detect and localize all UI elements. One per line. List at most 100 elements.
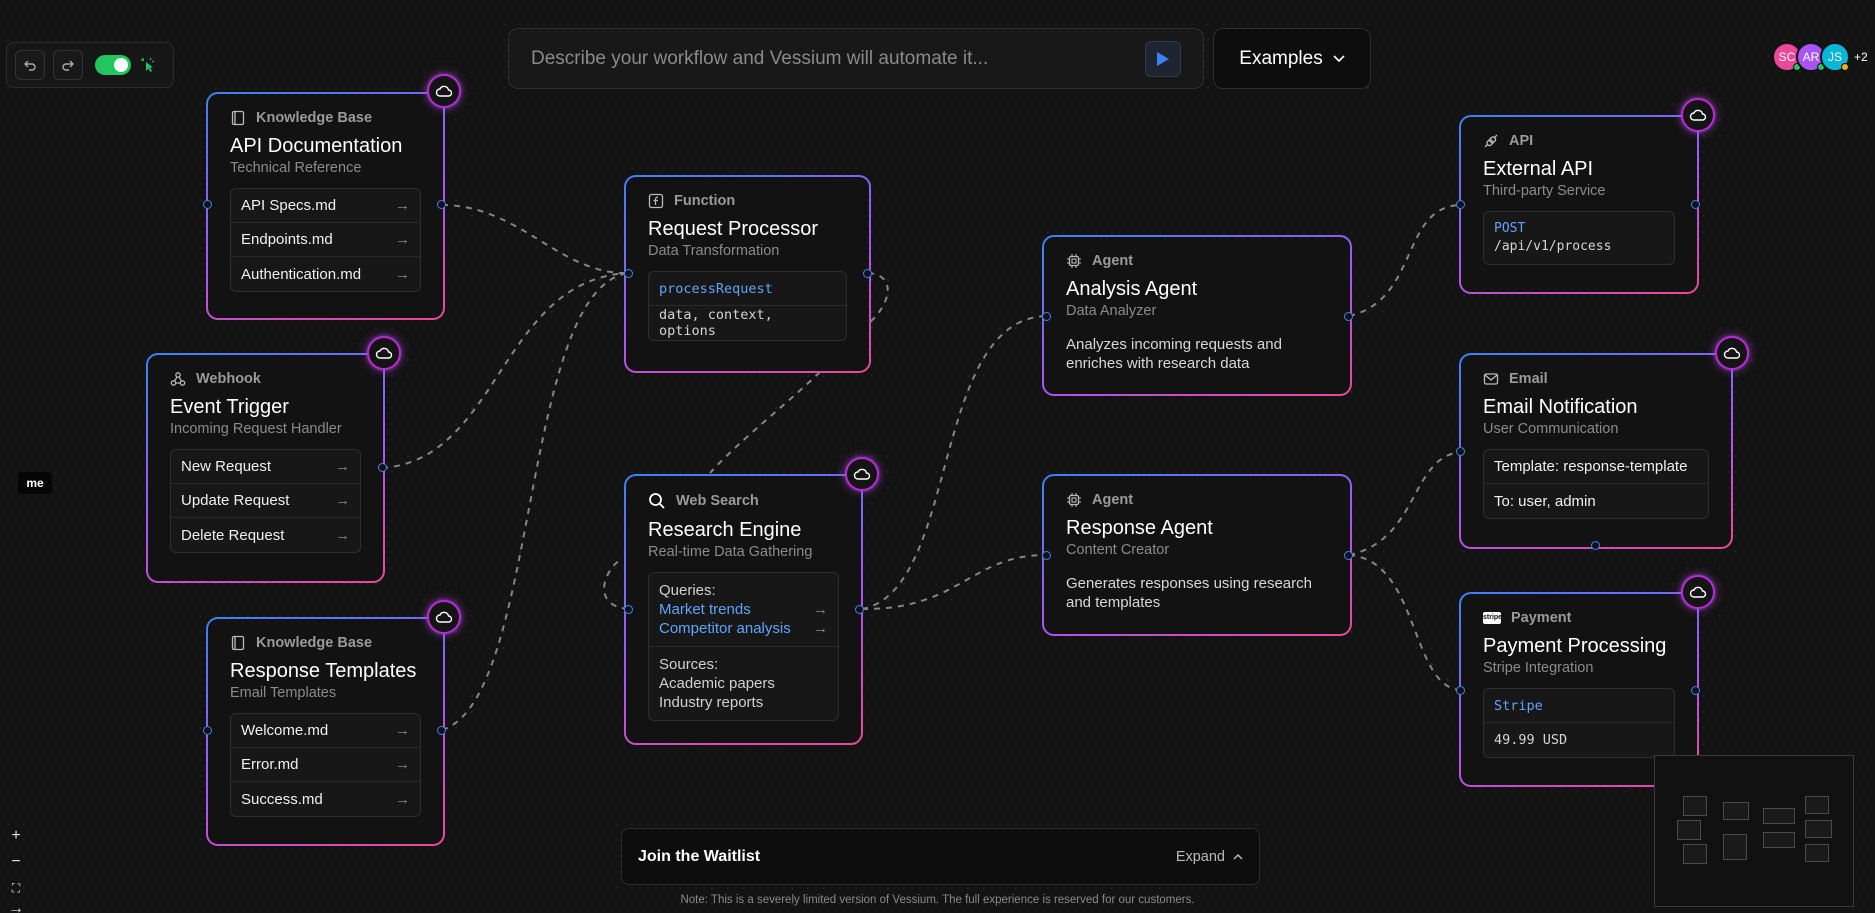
node-api-documentation[interactable]: Knowledge Base API Documentation Technic… [206, 92, 445, 320]
list-item[interactable]: Update Request → [171, 484, 360, 518]
payment-provider: Stripe [1484, 689, 1674, 723]
more-collaborators-count[interactable]: +2 [1854, 50, 1868, 64]
sources-label: Sources: [659, 656, 719, 673]
output-port[interactable] [863, 269, 872, 278]
zoom-out-button[interactable]: − [8, 852, 24, 872]
live-toggle[interactable] [95, 55, 131, 75]
list-item[interactable]: API Specs.md → [231, 189, 420, 223]
cloud-badge[interactable] [1715, 336, 1749, 370]
minimap-node [1805, 820, 1832, 838]
file-list: Welcome.md → Error.md → Success.md → [230, 713, 421, 817]
input-port[interactable] [1042, 312, 1051, 321]
arrow-right-icon: → [813, 601, 828, 618]
output-port[interactable] [1691, 686, 1700, 695]
node-research-engine[interactable]: Web Search Research Engine Real-time Dat… [624, 474, 863, 745]
minimap-node [1763, 808, 1795, 824]
node-request-processor[interactable]: Function Request Processor Data Transfor… [624, 175, 871, 373]
edge-research-response [861, 554, 1047, 611]
avatar[interactable]: JS [1820, 42, 1850, 72]
workflow-prompt-input[interactable] [531, 47, 1145, 70]
node-email-notification[interactable]: Email Email Notification User Communicat… [1459, 353, 1733, 549]
user-cursor-label: me [18, 472, 52, 494]
minimap-node [1677, 820, 1701, 840]
expand-button[interactable]: Expand [1176, 849, 1243, 865]
list-item[interactable]: Endpoints.md → [231, 223, 420, 257]
cloud-badge[interactable] [427, 74, 461, 108]
edge-research-analysis [861, 315, 1047, 610]
input-port[interactable] [1042, 551, 1051, 560]
list-item[interactable]: New Request → [171, 450, 360, 484]
cloud-icon [375, 347, 393, 359]
node-response-agent[interactable]: Agent Response Agent Content Creator Gen… [1042, 474, 1352, 636]
cloud-icon [1689, 586, 1707, 598]
node-analysis-agent[interactable]: Agent Analysis Agent Data Analyzer Analy… [1042, 235, 1352, 396]
examples-button[interactable]: Examples [1213, 28, 1371, 89]
node-external-api[interactable]: API External API Third-party Service POS… [1459, 115, 1699, 294]
output-port[interactable] [437, 726, 446, 735]
input-port[interactable] [1456, 200, 1465, 209]
input-port[interactable] [203, 200, 212, 209]
limited-version-note: Note: This is a severely limited version… [680, 894, 1195, 906]
list-item[interactable]: Delete Request → [171, 518, 360, 552]
input-port[interactable] [1456, 686, 1465, 695]
cloud-icon [435, 85, 453, 97]
cloud-badge[interactable] [1681, 575, 1715, 609]
node-event-trigger[interactable]: Webhook Event Trigger Incoming Request H… [146, 353, 385, 583]
input-port[interactable] [1456, 447, 1465, 456]
output-port[interactable] [1591, 541, 1600, 550]
node-response-templates[interactable]: Knowledge Base Response Templates Email … [206, 617, 445, 846]
input-port[interactable] [624, 269, 633, 278]
search-config: Queries: Market trends → Competitor analy… [648, 572, 839, 721]
event-list: New Request → Update Request → Delete Requ… [170, 449, 361, 553]
output-port[interactable] [1344, 551, 1353, 560]
cloud-badge[interactable] [1681, 98, 1715, 132]
minimap-node [1763, 832, 1795, 848]
mail-icon [1483, 373, 1499, 385]
query-item[interactable]: Market trends → [659, 600, 828, 619]
minimap[interactable] [1654, 755, 1854, 907]
minimap-node [1723, 834, 1747, 860]
node-subtitle: Technical Reference [230, 160, 362, 176]
redo-button[interactable] [53, 50, 83, 80]
waitlist-panel[interactable]: Join the Waitlist Expand [621, 828, 1260, 885]
sparkle-cursor-icon[interactable] [139, 56, 157, 74]
undo-button[interactable] [15, 50, 45, 80]
arrow-right-icon: → [395, 790, 410, 808]
node-subtitle: Content Creator [1066, 542, 1170, 558]
edge-analysis-external [1348, 204, 1463, 317]
output-port[interactable] [1691, 200, 1700, 209]
edge-response-email [1348, 451, 1463, 556]
list-item[interactable]: Welcome.md → [231, 714, 420, 748]
api-endpoint: POST /api/v1/process [1483, 211, 1675, 265]
function-signature: processRequest data, context, options [648, 271, 847, 341]
cloud-badge[interactable] [427, 600, 461, 634]
cloud-badge[interactable] [845, 457, 879, 491]
node-subtitle: Third-party Service [1483, 183, 1606, 199]
output-port[interactable] [437, 200, 446, 209]
cloud-icon [1723, 347, 1741, 359]
agent-description: Analyzes incoming requests and enriches … [1066, 336, 1282, 372]
cloud-icon [853, 468, 871, 480]
node-type-label: Knowledge Base [230, 110, 421, 126]
input-port[interactable] [624, 605, 633, 614]
node-title: Response Agent [1066, 517, 1213, 539]
node-subtitle: Stripe Integration [1483, 660, 1594, 676]
cloud-badge[interactable] [367, 336, 401, 370]
output-port[interactable] [378, 463, 387, 472]
list-item[interactable]: Error.md → [231, 748, 420, 782]
output-port[interactable] [1344, 312, 1353, 321]
chevron-up-icon [1233, 853, 1243, 860]
run-button[interactable] [1145, 40, 1181, 77]
waitlist-title: Join the Waitlist [638, 847, 761, 865]
node-title: Event Trigger [170, 396, 289, 418]
query-item[interactable]: Competitor analysis → [659, 619, 828, 638]
input-port[interactable] [203, 726, 212, 735]
list-item[interactable]: Authentication.md → [231, 257, 420, 291]
output-port[interactable] [855, 605, 864, 614]
collaborator-avatars: SC AR JS +2 [1772, 42, 1868, 72]
list-item[interactable]: Success.md → [231, 782, 420, 816]
node-subtitle: Data Transformation [648, 243, 780, 259]
zoom-in-button[interactable]: + [8, 826, 24, 846]
payment-amount: 49.99 USD [1494, 732, 1568, 748]
node-subtitle: Incoming Request Handler [170, 421, 342, 437]
